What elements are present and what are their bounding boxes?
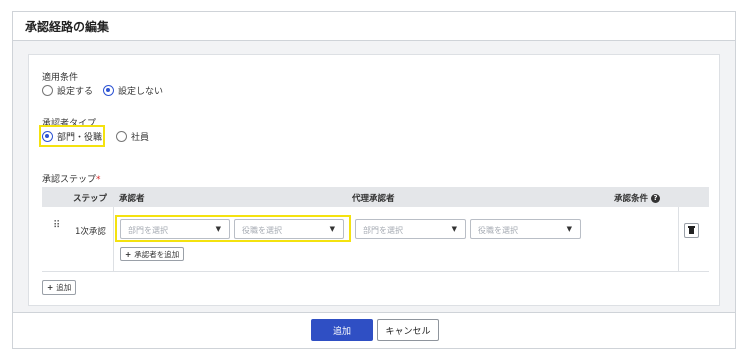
- column-divider: [678, 207, 679, 272]
- approver-position-select[interactable]: 役職を選択 ▼: [234, 219, 344, 239]
- radio-icon: [116, 131, 128, 142]
- form-panel: 適用条件 設定する 設定しない 承認者タイプ 部門・役職 社員 承認ステップ* …: [28, 54, 720, 306]
- caret-down-icon: ▼: [451, 225, 457, 233]
- modal-footer: 追加 キャンセル: [13, 312, 735, 348]
- plus-icon: +: [47, 283, 54, 292]
- approval-route-edit-modal: 承認経路の編集 適用条件 設定する 設定しない 承認者タイプ 部門・役職 社員 …: [12, 11, 736, 349]
- add-approver-label: 承認者を追加: [134, 249, 180, 259]
- radio-icon: [42, 85, 53, 96]
- approver-type-option-department[interactable]: 部門・役職: [42, 130, 102, 143]
- radio-checked-icon: [103, 85, 115, 96]
- caret-down-icon: ▼: [329, 225, 335, 233]
- delete-step-button[interactable]: [684, 223, 699, 238]
- conditions-option-set[interactable]: 設定する: [42, 84, 93, 97]
- column-header-condition: 承認条件?: [614, 192, 661, 204]
- add-step-button[interactable]: + 追加: [42, 280, 77, 295]
- approver-department-select[interactable]: 部門を選択 ▼: [120, 219, 230, 239]
- column-header-approver: 承認者: [119, 194, 145, 204]
- cancel-button[interactable]: キャンセル: [377, 319, 439, 341]
- steps-label: 承認ステップ*: [42, 172, 101, 185]
- table-row: ⠿ 1次承認 部門を選択 ▼ 役職を選択 ▼ 部門を選択 ▼ 役職を選択 ▼ +…: [42, 207, 709, 272]
- conditions-radio-group: 設定する 設定しない: [42, 84, 173, 97]
- modal-title: 承認経路の編集: [25, 20, 110, 34]
- column-header-step: ステップ: [73, 194, 108, 204]
- step-name: 1次承認: [75, 227, 106, 237]
- steps-table-header: ステップ 承認者 代理承認者 承認条件?: [42, 187, 709, 207]
- column-header-proxy: 代理承認者: [352, 194, 395, 204]
- add-step-label: 追加: [56, 283, 72, 292]
- caret-down-icon: ▼: [215, 225, 221, 233]
- proxy-department-select[interactable]: 部門を選択 ▼: [355, 219, 466, 239]
- select-placeholder: 役職を選択: [242, 226, 282, 235]
- approver-type-option-label: 部門・役職: [57, 133, 103, 143]
- conditions-option-label: 設定する: [57, 87, 94, 97]
- steps-table: ステップ 承認者 代理承認者 承認条件? ⠿ 1次承認 部門を選択 ▼ 役職を選…: [42, 187, 709, 272]
- plus-icon: +: [125, 249, 132, 259]
- help-icon[interactable]: ?: [651, 194, 661, 203]
- drag-handle-icon[interactable]: ⠿: [53, 221, 61, 231]
- modal-header: 承認経路の編集: [13, 12, 735, 41]
- proxy-position-select[interactable]: 役職を選択 ▼: [470, 219, 581, 239]
- select-placeholder: 部門を選択: [363, 226, 403, 235]
- radio-checked-icon: [42, 131, 53, 142]
- conditions-option-unset[interactable]: 設定しない: [103, 84, 163, 97]
- column-header-condition-text: 承認条件: [614, 194, 649, 204]
- select-placeholder: 役職を選択: [478, 226, 518, 235]
- conditions-label: 適用条件: [42, 73, 79, 83]
- caret-down-icon: ▼: [566, 225, 572, 233]
- column-divider: [113, 207, 114, 272]
- steps-label-text: 承認ステップ: [42, 175, 97, 185]
- select-placeholder: 部門を選択: [128, 226, 168, 235]
- add-approver-button[interactable]: + 承認者を追加: [120, 247, 185, 261]
- approver-type-option-label: 社員: [131, 133, 150, 143]
- approver-type-option-employee[interactable]: 社員: [116, 130, 149, 143]
- modal-body: 適用条件 設定する 設定しない 承認者タイプ 部門・役職 社員 承認ステップ* …: [13, 41, 735, 312]
- conditions-option-label: 設定しない: [118, 87, 164, 97]
- approver-type-radio-group: 部門・役職 社員: [42, 130, 159, 143]
- required-mark: *: [96, 175, 101, 185]
- submit-button[interactable]: 追加: [311, 319, 373, 341]
